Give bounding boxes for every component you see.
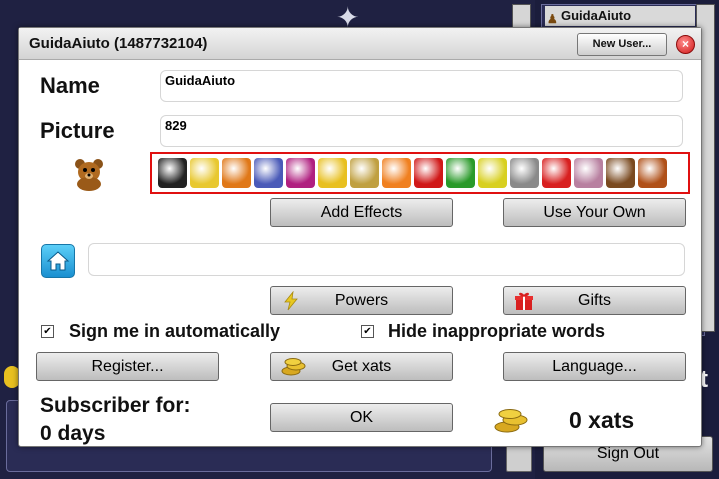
robot-avatar-icon[interactable] [350,158,379,188]
hand-avatar-icon[interactable] [382,158,411,188]
lightning-icon [284,291,298,311]
bear-avatar-icon [75,159,103,191]
gift-icon [515,292,533,310]
subscriber-label: Subscriber for: [40,394,191,417]
add-effects-button[interactable]: Add Effects [270,198,453,227]
new-user-button[interactable]: New User... [577,33,667,56]
get-xats-button[interactable]: Get xats [270,352,453,381]
coins-icon [281,358,306,376]
dragon-avatar-icon[interactable] [254,158,283,188]
language-button[interactable]: Language... [503,352,686,381]
anime-girl-avatar-icon[interactable] [574,158,603,188]
powers-label: Powers [334,292,389,309]
gifts-label: Gifts [578,292,611,309]
ok-button[interactable]: OK [270,403,453,432]
dialog-title: GuidaAiuto (1487732104) [29,35,208,52]
picture-selector [150,152,690,194]
yellow-dino-avatar-icon[interactable] [478,158,507,188]
get-xats-label: Get xats [331,358,392,375]
powers-button[interactable]: Powers [270,286,453,315]
dialog-titlebar[interactable]: GuidaAiuto (1487732104) New User... × [19,28,701,60]
gifts-button[interactable]: Gifts [503,286,686,315]
user-list-item[interactable]: ♟ GuidaAiuto [545,6,695,26]
subscriber-days: 0 days [40,422,106,445]
name-label: Name [40,73,100,98]
duck-avatar-icon[interactable] [222,158,251,188]
name-field[interactable]: GuidaAiuto [160,70,683,102]
red-creature-avatar-icon[interactable] [542,158,571,188]
green-monster-avatar-icon[interactable] [446,158,475,188]
einstein-avatar-icon[interactable] [158,158,187,188]
user-icon: ♟ [547,12,558,26]
home-url-field[interactable] [88,243,685,276]
sign-in-auto-label: Sign me in automatically [69,321,281,341]
picture-field[interactable]: 829 [160,115,683,147]
picture-label: Picture [40,118,115,143]
close-icon[interactable]: × [676,35,695,54]
user-list-item-name: GuidaAiuto [561,8,632,23]
monster-avatar-icon[interactable] [286,158,315,188]
brown-creature-avatar-icon[interactable] [606,158,635,188]
xats-coins-icon [494,409,528,433]
hide-words-checkbox[interactable]: ✔ [361,325,374,338]
sign-in-auto-checkbox[interactable]: ✔ [41,325,54,338]
hide-words-label: Hide inappropriate words [388,321,606,341]
lips-avatar-icon[interactable] [414,158,443,188]
profile-dialog: GuidaAiuto (1487732104) New User... × Na… [18,27,702,447]
home-icon[interactable] [41,244,75,278]
simpson-avatar-icon[interactable] [190,158,219,188]
register-button[interactable]: Register... [36,352,219,381]
grey-robot-avatar-icon[interactable] [510,158,539,188]
xats-balance: 0 xats [569,407,635,433]
police-avatar-icon[interactable] [318,158,347,188]
use-your-own-button[interactable]: Use Your Own [503,198,686,227]
bearded-face-avatar-icon[interactable] [638,158,667,188]
